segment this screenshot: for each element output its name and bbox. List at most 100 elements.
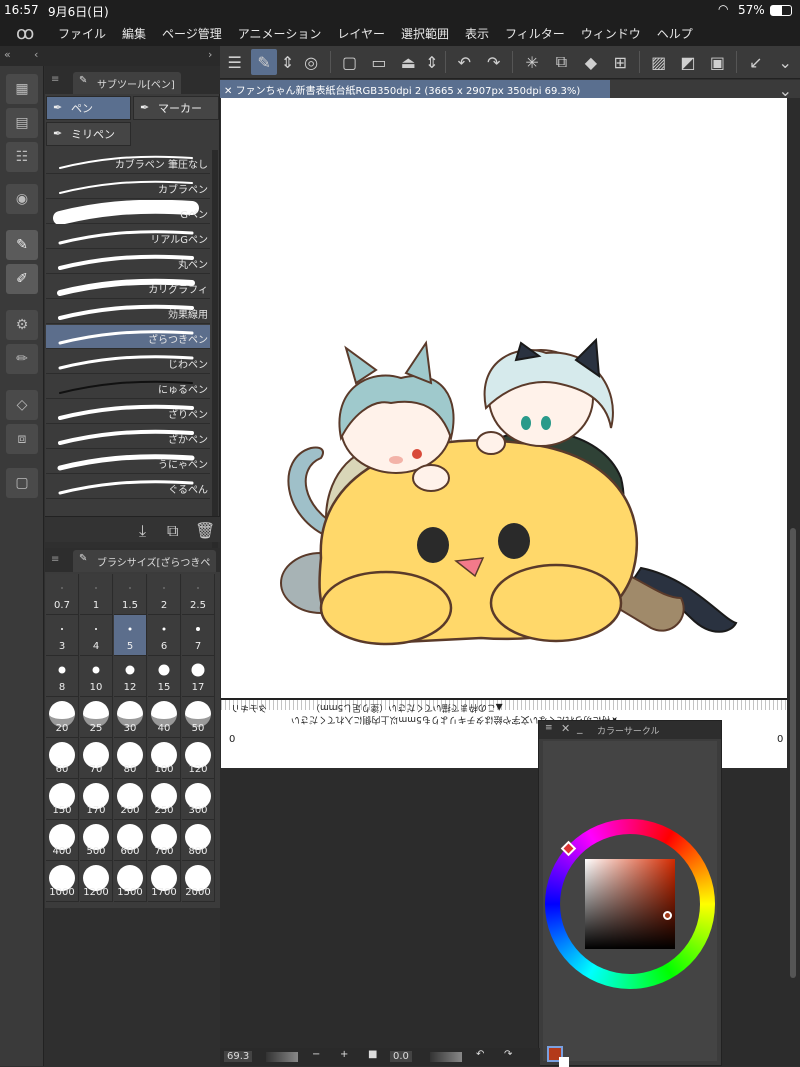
zoom-in-icon[interactable]: + xyxy=(340,1049,348,1060)
brush-size-cell[interactable]: 170 xyxy=(80,779,113,820)
brush-size-cell[interactable]: 10 xyxy=(80,656,113,697)
close-icon[interactable]: ✕ xyxy=(224,86,236,97)
brush-size-cell[interactable]: 7 xyxy=(182,615,215,656)
layer-property-icon[interactable]: ⧈ xyxy=(6,424,38,454)
layout-icon[interactable]: ▦ xyxy=(6,74,38,104)
swirl-icon[interactable]: ◎ xyxy=(298,49,323,75)
film-icon[interactable]: ▤ xyxy=(6,108,38,138)
scroll-thumb[interactable] xyxy=(790,528,796,978)
updown-icon-2[interactable]: ⇕ xyxy=(425,49,439,75)
brush-size-cell[interactable]: 1 xyxy=(80,574,113,615)
pen-mode-icon[interactable]: ✎ xyxy=(251,49,277,75)
brush-size-cell[interactable]: 40 xyxy=(148,697,181,738)
brush-size-cell[interactable]: 4 xyxy=(80,615,113,656)
menu-file[interactable]: ファイル xyxy=(50,25,114,42)
group-millipen[interactable]: ✒ ミリペン xyxy=(46,122,131,146)
zoom-out-icon[interactable]: − xyxy=(312,1049,320,1060)
brush-size-cell[interactable]: 250 xyxy=(148,779,181,820)
brush-size-cell[interactable]: 100 xyxy=(148,738,181,779)
menu-edit[interactable]: 編集 xyxy=(114,25,154,42)
brush-item[interactable]: ざかペン xyxy=(46,425,210,449)
download-icon[interactable]: ⤓ xyxy=(139,521,146,541)
open-folder-icon[interactable]: ▭ xyxy=(366,49,391,75)
brush-size-cell[interactable]: 50 xyxy=(182,697,215,738)
brush-size-cell[interactable]: 1.5 xyxy=(114,574,147,615)
chevron-left-icon[interactable]: ‹ xyxy=(34,48,38,61)
brush-size-cell[interactable]: 15 xyxy=(148,656,181,697)
brush-size-cell[interactable]: 120 xyxy=(182,738,215,779)
canvas-paper[interactable] xyxy=(221,98,787,768)
menu-help[interactable]: ヘルプ xyxy=(649,25,701,42)
brush-item[interactable]: リアルGペン xyxy=(46,225,210,249)
brush-size-cell[interactable]: 400 xyxy=(46,820,79,861)
brush-size-cell[interactable]: 300 xyxy=(182,779,215,820)
fill-icon[interactable]: ◆ xyxy=(578,49,603,75)
menu-page[interactable]: ページ管理 xyxy=(154,25,230,42)
brush-size-cell[interactable]: 1000 xyxy=(46,861,79,902)
minimize-icon[interactable]: _ xyxy=(577,721,583,734)
brush-size-cell[interactable]: 2 xyxy=(148,574,181,615)
zoom-field[interactable]: 69.3 xyxy=(224,1051,253,1062)
brush-item[interactable]: にゅるペン xyxy=(46,375,210,399)
collapse-left-icon[interactable]: « xyxy=(4,48,11,61)
brush-size-cell[interactable]: 500 xyxy=(80,820,113,861)
rotate-slider[interactable] xyxy=(430,1052,462,1062)
menu-icon[interactable]: ☰ xyxy=(222,49,247,75)
group-marker[interactable]: ✒ マーカー xyxy=(133,96,219,120)
list-icon[interactable]: ☷ xyxy=(6,142,38,172)
menu-window[interactable]: ウィンドウ xyxy=(573,25,649,42)
subtool-tab[interactable]: ✎ サブツール[ペン] xyxy=(73,72,181,94)
brush-item[interactable]: カブラペン 筆圧なし xyxy=(46,150,210,174)
menu-layer[interactable]: レイヤー xyxy=(329,25,393,42)
brush-size-cell[interactable]: 70 xyxy=(80,738,113,779)
brush-size-cell[interactable]: 12 xyxy=(114,656,147,697)
brush-item[interactable]: うにゃペン xyxy=(46,450,210,474)
close-icon[interactable]: ✕ xyxy=(561,722,570,735)
brush-icon[interactable]: ✏ xyxy=(6,344,38,374)
brush-item[interactable]: 丸ペン xyxy=(46,250,210,274)
brush-size-cell[interactable]: 6 xyxy=(148,615,181,656)
brush-item[interactable]: 効果線用 xyxy=(46,300,210,324)
sv-cursor[interactable] xyxy=(663,911,672,920)
brush-size-cell[interactable]: 3 xyxy=(46,615,79,656)
pen-settings-icon[interactable]: ✐ xyxy=(6,264,38,294)
chevron-right-icon[interactable]: › xyxy=(208,48,212,61)
brush-item[interactable]: ぐるぺん xyxy=(46,475,210,499)
pen-tool-icon[interactable]: ✎ xyxy=(6,230,38,260)
grip-icon[interactable]: ≡ xyxy=(51,74,59,85)
rotate-left-icon[interactable]: ↶ xyxy=(476,1049,484,1060)
confirm-icon[interactable]: ↙ xyxy=(743,49,768,75)
brush-size-cell[interactable]: 1500 xyxy=(114,861,147,902)
menu-filter[interactable]: フィルター xyxy=(497,25,573,42)
angle-field[interactable]: 0.0 xyxy=(390,1051,412,1062)
menu-selection[interactable]: 選択範囲 xyxy=(393,25,457,42)
menu-view[interactable]: 表示 xyxy=(457,25,497,42)
brush-item[interactable]: Gペン xyxy=(46,200,210,224)
brush-size-cell[interactable]: 150 xyxy=(46,779,79,820)
brush-item[interactable]: カブラペン xyxy=(46,175,210,199)
brush-size-cell[interactable]: 5 xyxy=(114,615,147,656)
layers-icon[interactable]: ◇ xyxy=(6,390,38,420)
transform-icon[interactable]: ⊞ xyxy=(608,49,633,75)
save-icon[interactable]: ⏏ xyxy=(396,49,421,75)
brush-size-cell[interactable]: 0.7 xyxy=(46,574,79,615)
group-pen[interactable]: ✒ ペン xyxy=(46,96,131,120)
brush-size-cell[interactable]: 60 xyxy=(46,738,79,779)
brush-item[interactable]: じわペン xyxy=(46,350,210,374)
loading-icon[interactable]: ✳ xyxy=(519,49,544,75)
duplicate-icon[interactable]: ⧉ xyxy=(167,521,178,541)
brush-size-cell[interactable]: 700 xyxy=(148,820,181,861)
grip-icon[interactable]: ≡ xyxy=(545,723,553,733)
brush-size-cell[interactable]: 2.5 xyxy=(182,574,215,615)
brush-size-cell[interactable]: 800 xyxy=(182,820,215,861)
app-logo-icon[interactable]: ꝏ xyxy=(0,23,50,44)
brush-item[interactable]: ざりペン xyxy=(46,400,210,424)
brush-size-cell[interactable]: 25 xyxy=(80,697,113,738)
grip-icon[interactable]: ≡ xyxy=(51,554,59,565)
chevron-down-icon[interactable]: ⌄ xyxy=(773,49,798,75)
menu-animation[interactable]: アニメーション xyxy=(230,25,330,42)
redo-icon[interactable]: ↷ xyxy=(481,49,506,75)
updown-icon[interactable]: ⇕ xyxy=(281,49,295,75)
canvas-scrollbar[interactable] xyxy=(787,98,800,1066)
brush-size-cell[interactable]: 2000 xyxy=(182,861,215,902)
